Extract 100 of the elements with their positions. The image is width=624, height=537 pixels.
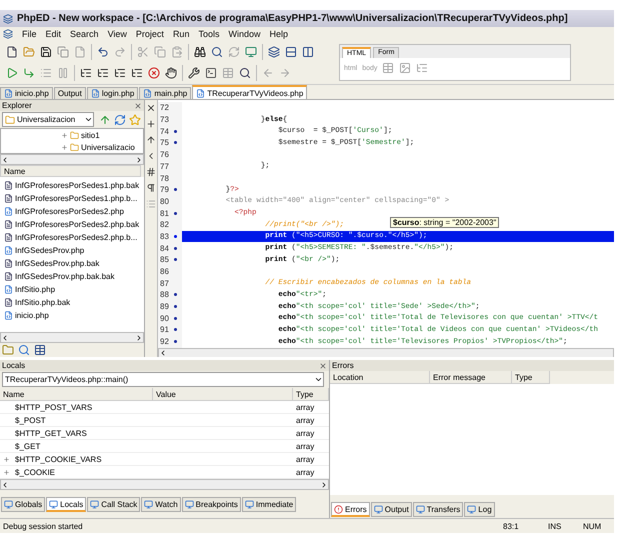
panel-tab[interactable]: Breakpoints: [182, 497, 241, 512]
terminal-icon[interactable]: [205, 67, 217, 80]
panel-tab[interactable]: Locals: [46, 497, 86, 512]
scroll-left-icon[interactable]: [1, 334, 9, 342]
folder-dropdown[interactable]: Universalizacion: [2, 112, 94, 128]
tools-icon[interactable]: [188, 67, 200, 80]
panel-tab[interactable]: Call Stack: [87, 497, 140, 512]
search-tab-icon[interactable]: [18, 344, 30, 356]
filename-entry[interactable]: InfGProfesoresPorSedes2.php: [4, 205, 144, 218]
panel-tab[interactable]: Output: [370, 502, 412, 518]
panel-tab[interactable]: Transfers: [412, 502, 464, 518]
scroll-left-icon[interactable]: [1, 480, 9, 489]
column-header[interactable]: Name: [0, 165, 141, 178]
breakpoint-dot[interactable]: [174, 246, 177, 250]
editor-tab[interactable]: TRecuperarTVyVideos.php: [192, 85, 308, 100]
menu-item[interactable]: Edit: [46, 29, 62, 40]
menu-item[interactable]: Window: [228, 29, 260, 40]
line-number: 74: [160, 126, 170, 136]
rows-icon[interactable]: [285, 46, 297, 58]
panel-tab[interactable]: Watch: [141, 497, 181, 512]
scroll-right-icon[interactable]: [320, 480, 328, 489]
breakpoint-dot[interactable]: [174, 212, 177, 215]
tree-item[interactable]: Universalizacio: [61, 141, 143, 154]
breakpoint-dot[interactable]: [174, 293, 177, 296]
panel-tab[interactable]: Log: [464, 502, 495, 518]
breakpoint-dot[interactable]: [174, 188, 177, 192]
app-menu-icon[interactable]: [3, 29, 13, 40]
column-header[interactable]: Name: [0, 388, 153, 402]
column-header[interactable]: Type: [512, 371, 550, 384]
breakpoint-dot[interactable]: [174, 130, 177, 133]
new-file-icon[interactable]: [6, 46, 18, 58]
editor-tab[interactable]: inicio.php: [0, 87, 53, 100]
filename-entry[interactable]: InfGSedesProv.php: [4, 244, 144, 258]
filename-entry[interactable]: InfGSedesProv.php.bak: [4, 257, 144, 270]
menu-item[interactable]: Search: [70, 29, 99, 40]
column-header[interactable]: Location: [330, 371, 430, 384]
table-tab-icon[interactable]: [34, 344, 46, 356]
menu-item[interactable]: Run: [172, 29, 190, 40]
filename-entry[interactable]: InfGProfesoresPorSedes1.php.bak: [4, 179, 144, 192]
line-number: 84: [160, 244, 170, 253]
horizontal-scrollbar[interactable]: [158, 348, 614, 358]
menu-item[interactable]: Tools: [198, 29, 220, 40]
column-header[interactable]: Error message: [430, 371, 512, 384]
monitor-icon[interactable]: [245, 46, 257, 58]
stop-icon[interactable]: [148, 67, 160, 80]
code-editor[interactable]: [158, 100, 614, 358]
scroll-right-icon[interactable]: [135, 334, 143, 342]
filename-entry[interactable]: InfGProfesoresPorSedes1.php.b...: [4, 192, 144, 206]
filename-entry[interactable]: InfGProfesoresPorSedes2.php.b...: [4, 231, 144, 244]
filename-entry[interactable]: inicio.php: [4, 309, 144, 322]
horizontal-scrollbar[interactable]: [0, 479, 329, 490]
menu-item[interactable]: Project: [136, 29, 164, 40]
filename-entry[interactable]: InfSitio.php.bak: [4, 296, 144, 310]
run-icon[interactable]: [6, 67, 18, 80]
inspect-icon[interactable]: [239, 67, 251, 80]
undo-icon[interactable]: [97, 46, 109, 58]
tree-item[interactable]: sitio1: [61, 129, 143, 142]
scroll-right-icon[interactable]: [135, 156, 143, 164]
up-folder-icon[interactable]: [99, 114, 111, 126]
filename-entry[interactable]: InfGSedesProv.php.bak.bak: [4, 270, 144, 284]
editor-tab[interactable]: Output: [54, 87, 86, 100]
scroll-left-icon[interactable]: [1, 156, 9, 164]
panel-tab[interactable]: Globals: [1, 497, 46, 512]
step-icon[interactable]: [23, 67, 35, 80]
breakpoint-dot[interactable]: [174, 258, 177, 262]
breakpoint-dot[interactable]: [174, 328, 177, 332]
scope-dropdown[interactable]: TRecuperarTVyVideos.php::main(): [2, 372, 324, 388]
line-number: 86: [160, 267, 170, 276]
hash-icon[interactable]: [146, 167, 156, 178]
panel-tab[interactable]: Errors: [331, 502, 370, 518]
hand-icon[interactable]: [165, 67, 177, 80]
line-number: 87: [160, 278, 170, 288]
breakpoint-dot[interactable]: [174, 316, 177, 320]
document-icon: [4, 272, 13, 282]
editor-tab[interactable]: main.php: [139, 87, 192, 100]
scroll-left-icon[interactable]: [159, 348, 167, 357]
plus-icon[interactable]: [146, 119, 156, 130]
horizontal-scrollbar[interactable]: [0, 332, 144, 344]
menu-item[interactable]: Help: [269, 29, 288, 40]
column-header[interactable]: Value: [153, 388, 293, 402]
editor-tab[interactable]: login.php: [86, 87, 138, 100]
horizontal-scrollbar[interactable]: [0, 154, 144, 166]
find-icon[interactable]: [194, 46, 206, 58]
breakpoint-dot[interactable]: [174, 141, 177, 144]
save-icon[interactable]: [40, 46, 52, 58]
columns-icon[interactable]: [302, 46, 314, 58]
column-header[interactable]: Type: [293, 388, 329, 402]
menu-item[interactable]: File: [22, 29, 37, 40]
menu-item[interactable]: View: [108, 29, 127, 40]
refresh-icon[interactable]: [114, 114, 126, 126]
breakpoint-dot[interactable]: [174, 340, 177, 344]
search-icon[interactable]: [211, 46, 223, 58]
panel-tab[interactable]: Immediate: [242, 497, 296, 512]
paragraph-icon[interactable]: [146, 183, 156, 194]
table-cell: $_COOKIE: [0, 466, 153, 480]
breakpoint-dot[interactable]: [174, 234, 177, 238]
filename-entry[interactable]: InfSitio.php: [4, 283, 144, 296]
breakpoint-dot[interactable]: [174, 305, 177, 308]
filename-entry[interactable]: InfGProfesoresPorSedes2.php.bak: [4, 218, 144, 232]
close-icon[interactable]: [146, 103, 156, 114]
